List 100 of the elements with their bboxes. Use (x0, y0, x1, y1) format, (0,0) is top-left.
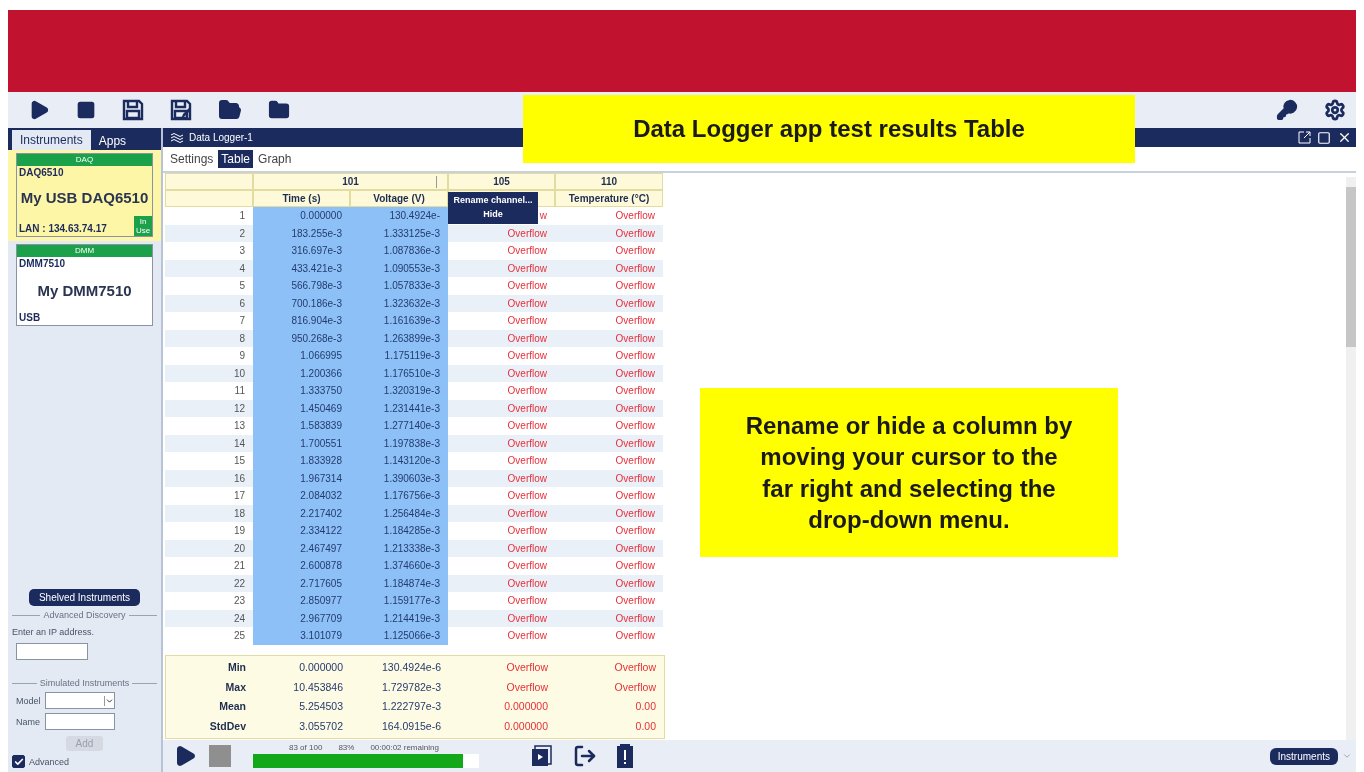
section-title: Simulated Instruments (39, 678, 130, 688)
settings-button[interactable] (1324, 99, 1346, 121)
checkbox-label: Advanced (29, 756, 70, 767)
stop-button[interactable] (76, 100, 96, 120)
table-cell: 1.833928 (253, 452, 350, 470)
instrument-card[interactable]: DMM DMM7510 My DMM7510 USB (16, 244, 153, 326)
table-cell: 3.101079 (253, 627, 350, 645)
stat-value: Overflow (505, 679, 549, 695)
ip-address-field[interactable] (16, 643, 88, 660)
table-cell: 2.850977 (253, 592, 350, 610)
table-cell: 0.000000 (253, 207, 350, 225)
info-button[interactable] (617, 744, 633, 768)
stat-value: 0.00 (634, 699, 657, 715)
save-button[interactable] (122, 99, 144, 121)
stat-value: 5.254503 (298, 699, 344, 715)
stat-value: Overflow (613, 660, 657, 676)
table-cell: 566.798e-3 (253, 277, 350, 295)
stat-value: 0.00 (634, 718, 657, 734)
callout-box: Data Logger app test results Table (523, 95, 1135, 163)
instrument-connection: USB (18, 311, 42, 325)
view-tab[interactable]: Settings (167, 150, 217, 168)
menu-item[interactable]: Hide (448, 207, 538, 221)
column-header[interactable]: Voltage (V) (350, 190, 448, 207)
instrument-connection: LAN : 134.63.74.17 (18, 222, 108, 236)
stat-value: 130.4924e-6 (381, 660, 442, 676)
instruments-button[interactable]: Instruments (1269, 747, 1338, 765)
table-cell: 1.176756e-3 (350, 487, 448, 505)
instrument-model: DAQ6510 (18, 166, 65, 179)
name-field[interactable] (45, 713, 115, 730)
field-label: Model (16, 695, 41, 706)
stat-value: 0.000000 (503, 699, 549, 715)
table-cell: 1.143120e-3 (350, 452, 448, 470)
exit-button[interactable] (573, 744, 597, 768)
advanced-checkbox[interactable] (12, 755, 25, 768)
table-cell: 1.583839 (253, 417, 350, 435)
save-as-button[interactable] (170, 99, 192, 121)
open-folder-button[interactable] (218, 98, 242, 122)
channel-header[interactable]: 105 (448, 173, 555, 190)
stat-value: 3.055702 (298, 718, 344, 734)
table-cell: 2.084032 (253, 487, 350, 505)
instrument-model: DMM7510 (18, 257, 67, 270)
instrument-card[interactable]: DAQ DAQ6510 My USB DAQ6510 LAN : 134.63.74.17 In Use (16, 153, 153, 237)
stat-label: StdDev (208, 718, 247, 734)
table-cell: 1.277140e-3 (350, 417, 448, 435)
table-cell: 1.374660e-3 (350, 557, 448, 575)
field-label: Name (16, 716, 40, 727)
model-dropdown[interactable] (44, 692, 115, 709)
instrument-category: DAQ (17, 154, 152, 166)
menu-item[interactable]: Rename channel... (448, 193, 538, 207)
new-folder-button[interactable] (268, 99, 290, 121)
view-tab[interactable]: Graph (255, 150, 295, 168)
table-cell: 1.161639e-3 (350, 312, 448, 330)
caret-icon (103, 695, 114, 706)
stat-value: Overflow (505, 660, 549, 676)
instrument-category: DMM (17, 245, 152, 257)
instrument-name: My DMM7510 (36, 280, 133, 301)
column-header[interactable]: Temperature (°C) (555, 190, 663, 207)
wave-icon (171, 132, 183, 143)
table-cell: 1.057833e-3 (350, 277, 448, 295)
key-button[interactable] (1276, 99, 1298, 121)
table-cell: 1.125066e-3 (350, 627, 448, 645)
status-badge: In Use (134, 216, 152, 236)
section-title: Advanced Discovery (43, 610, 126, 620)
table-cell: 2.600878 (253, 557, 350, 575)
table-cell: 1.320319e-3 (350, 382, 448, 400)
close-button[interactable] (1337, 130, 1352, 145)
stat-label: Mean (218, 699, 247, 715)
table-cell: 1.159177e-3 (350, 592, 448, 610)
time-remaining: 00:00:02 remaining (370, 742, 439, 752)
shelved-instruments-button[interactable]: Shelved Instruments (28, 589, 141, 606)
sidebar-tab[interactable]: Instruments (12, 130, 91, 150)
table-cell: 1.175119e-3 (350, 347, 448, 365)
save-icon (122, 99, 144, 121)
pop-out-button[interactable] (1298, 131, 1311, 144)
channel-header[interactable]: 110 (555, 173, 663, 190)
table-cell: 1.087836e-3 (350, 242, 448, 260)
stat-label: Max (224, 679, 247, 695)
progress-count: 83 of 100 (289, 742, 323, 752)
stat-value: 0.000000 (298, 660, 344, 676)
table-cell: 130.4924e- (350, 207, 448, 225)
stat-value: 1.729782e-3 (381, 679, 442, 695)
table-cell: 816.904e-3 (253, 312, 350, 330)
export-button[interactable] (531, 745, 553, 767)
scrollbar[interactable] (1346, 177, 1356, 740)
channel-header[interactable]: 101 (253, 173, 448, 190)
view-tab[interactable]: Table (218, 150, 254, 168)
caret-icon (1342, 751, 1352, 761)
stat-value: 0.000000 (503, 718, 549, 734)
progress-percent: 83% (338, 742, 355, 752)
stat-label: Min (226, 660, 247, 676)
table-cell: 1.066995 (253, 347, 350, 365)
table-cell: 2.334122 (253, 522, 350, 540)
stat-value: 164.0915e-6 (381, 718, 442, 734)
column-header[interactable]: Time (s) (253, 190, 350, 207)
sidebar-tab[interactable]: Apps (90, 132, 135, 150)
stat-value: Overflow (613, 679, 657, 695)
callout-box: Rename or hide a column by moving your cursor to the far right and selecting the drop-down menu. (700, 388, 1118, 557)
instrument-name: My USB DAQ6510 (19, 188, 150, 208)
maximize-button[interactable] (1317, 130, 1331, 145)
table-cell: 1.184285e-3 (350, 522, 448, 540)
